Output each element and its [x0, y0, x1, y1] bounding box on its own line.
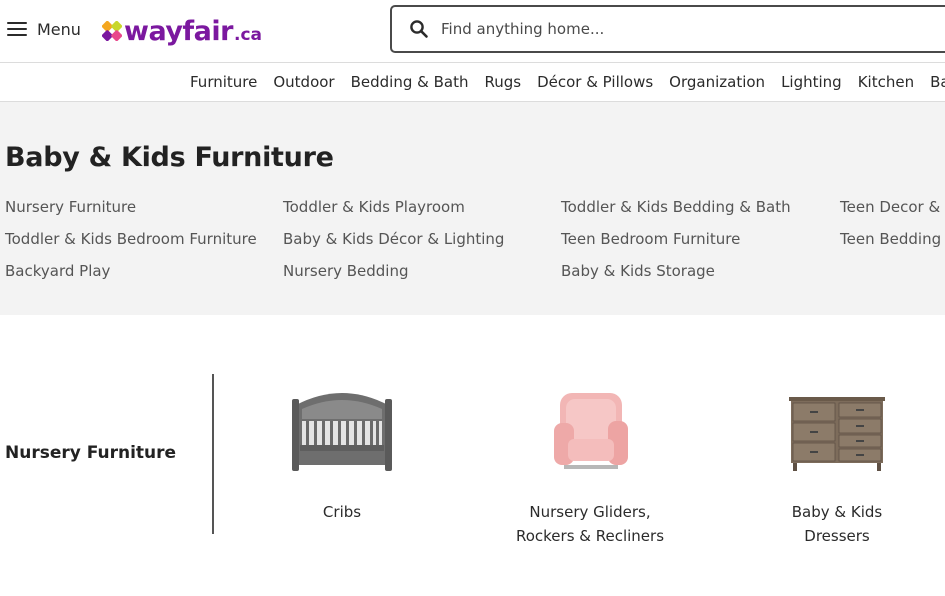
nav-item-lighting[interactable]: Lighting: [781, 73, 842, 91]
product-card-cribs[interactable]: Cribs: [242, 385, 442, 524]
nav-item-rugs[interactable]: Rugs: [484, 73, 521, 91]
product-label: Baby & Kids Dressers: [791, 503, 883, 545]
subcategory-link[interactable]: Toddler & Kids Bedding & Bath: [561, 197, 840, 218]
nav-item-kitchen[interactable]: Kitchen: [858, 73, 914, 91]
nav-item-decor-pillows[interactable]: Décor & Pillows: [537, 73, 653, 91]
subcategory-link[interactable]: Baby & Kids Décor & Lighting: [283, 229, 561, 250]
nav-item-organization[interactable]: Organization: [669, 73, 765, 91]
subcategory-link[interactable]: Baby & Kids Storage: [561, 261, 840, 282]
crib-image: [292, 393, 392, 471]
subcategory-link[interactable]: Teen Decor & Lighting: [840, 197, 945, 218]
nav-item-outdoor[interactable]: Outdoor: [273, 73, 334, 91]
section-divider: [212, 374, 214, 534]
subcategory-link[interactable]: Teen Bedding: [840, 229, 945, 250]
logo-pinwheel-icon: [102, 21, 122, 41]
subcategory-link[interactable]: Toddler & Kids Bedroom Furniture: [5, 229, 283, 250]
logo-tld: .ca: [233, 25, 262, 45]
logo-text: wayfair: [124, 16, 233, 47]
search-input[interactable]: [441, 20, 921, 38]
product-card-dressers[interactable]: Baby & Kids Dressers: [737, 385, 937, 548]
nav-item-bedding-bath[interactable]: Bedding & Bath: [351, 73, 469, 91]
section-title: Nursery Furniture: [5, 443, 177, 463]
page-title: Baby & Kids Furniture: [5, 142, 334, 173]
product-label: Nursery Gliders, Rockers & Recliners: [515, 503, 665, 545]
subcategory-link[interactable]: Backyard Play: [5, 261, 283, 282]
search-bar[interactable]: [390, 5, 945, 53]
top-bar: Menu wayfair .ca: [0, 0, 945, 63]
subcategory-link[interactable]: Toddler & Kids Playroom: [283, 197, 561, 218]
subcategory-link[interactable]: Nursery Furniture: [5, 197, 283, 218]
subcategory-links: Nursery Furniture Toddler & Kids Playroo…: [5, 197, 945, 282]
category-nav: Furniture Outdoor Bedding & Bath Rugs Dé…: [0, 64, 945, 102]
nursery-furniture-section: Nursery Furniture Cribs Nursery Gliders,…: [0, 315, 945, 596]
product-label: Cribs: [322, 503, 362, 521]
nav-item-baby[interactable]: Baby: [930, 73, 945, 91]
category-hero: Baby & Kids Furniture Nursery Furniture …: [0, 102, 945, 315]
subcategory-link[interactable]: Teen Bedroom Furniture: [561, 229, 840, 250]
hamburger-icon: [7, 21, 27, 37]
search-icon[interactable]: [409, 19, 429, 39]
dresser-image: [789, 397, 885, 471]
wayfair-logo[interactable]: wayfair .ca: [102, 13, 262, 47]
menu-label: Menu: [37, 19, 81, 39]
glider-image: [554, 393, 628, 469]
menu-button[interactable]: Menu: [7, 17, 81, 41]
nav-item-furniture[interactable]: Furniture: [190, 73, 257, 91]
subcategory-link[interactable]: Nursery Bedding: [283, 261, 561, 282]
product-card-gliders[interactable]: Nursery Gliders, Rockers & Recliners: [490, 385, 690, 548]
